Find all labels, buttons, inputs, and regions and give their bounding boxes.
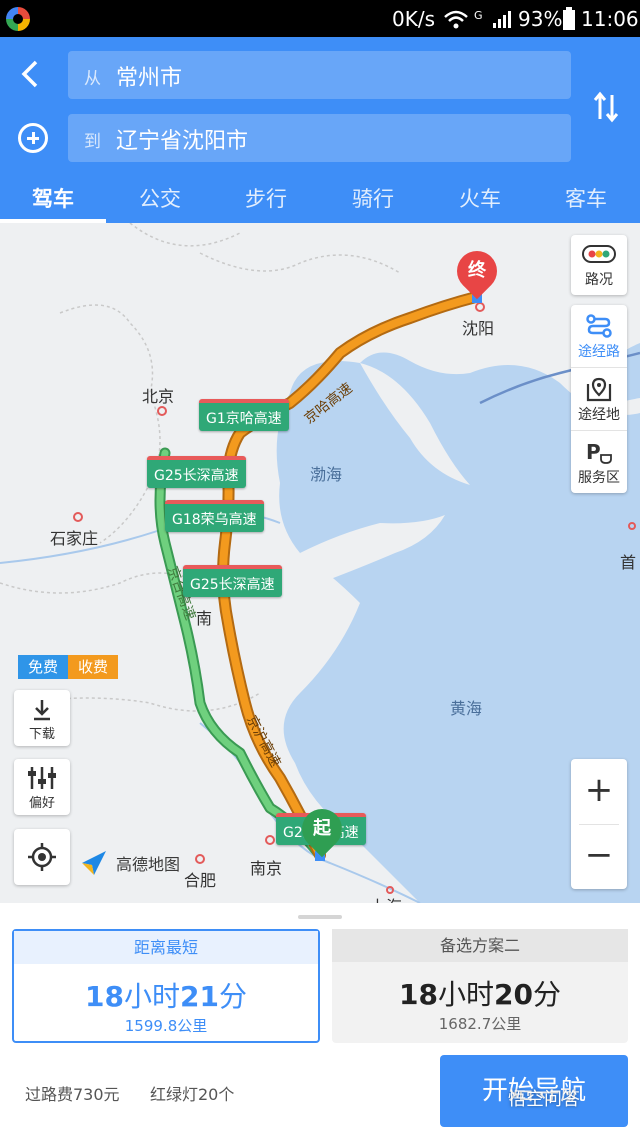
back-arrow-icon[interactable] bbox=[14, 57, 48, 91]
sliders-icon bbox=[28, 767, 56, 789]
map-tools-panel: 途经路 途经地 P 服务区 bbox=[571, 305, 627, 493]
map-base bbox=[0, 223, 640, 903]
via-route-button[interactable]: 途经路 bbox=[571, 305, 627, 367]
destination-value: 辽宁省沈阳市 bbox=[116, 129, 249, 154]
city-hefei: 合肥 bbox=[184, 871, 217, 890]
network-speed: 0K/s bbox=[392, 7, 435, 31]
map-pin-icon bbox=[586, 377, 612, 402]
preference-button[interactable]: 偏好 bbox=[14, 759, 70, 815]
swap-icon[interactable] bbox=[592, 89, 620, 125]
network-type: G bbox=[474, 9, 483, 22]
route-icon bbox=[586, 314, 612, 338]
locate-icon bbox=[28, 843, 56, 871]
route-card-alternative[interactable]: 备选方案二 18小时20分 1682.7公里 bbox=[332, 929, 628, 1043]
toll-legend: 免费 收费 bbox=[18, 655, 119, 679]
city-beijing: 北京 bbox=[142, 387, 175, 406]
route-header: 从 常州市 到 辽宁省沈阳市 驾车 公交 步行 骑行 火车 客车 bbox=[0, 37, 640, 223]
route-card-title: 距离最短 bbox=[14, 931, 318, 964]
service-area-label: 服务区 bbox=[578, 470, 620, 486]
origin-field[interactable]: 从 常州市 bbox=[68, 51, 571, 99]
road-label-g25-mid[interactable]: G25长深高速 bbox=[183, 565, 282, 597]
route-card-time: 18小时21分 bbox=[85, 980, 247, 1013]
origin-value: 常州市 bbox=[116, 66, 183, 91]
zoom-controls: + − bbox=[571, 759, 627, 889]
service-area-button[interactable]: P 服务区 bbox=[571, 431, 627, 493]
route-options-sheet: 距离最短 18小时21分 1599.8公里 备选方案二 18小时20分 1682… bbox=[0, 903, 640, 1137]
locate-button[interactable] bbox=[14, 829, 70, 885]
legend-toll: 收费 bbox=[68, 655, 119, 679]
city-shenyang: 沈阳 bbox=[462, 319, 495, 338]
traffic-light-icon bbox=[582, 245, 616, 263]
svg-text:P: P bbox=[586, 440, 601, 464]
clock: 11:06 bbox=[581, 7, 639, 31]
tab-bus[interactable]: 公交 bbox=[107, 183, 213, 213]
wifi-icon bbox=[444, 10, 468, 29]
road-label-g1[interactable]: G1京哈高速 bbox=[199, 399, 289, 431]
road-label-g18[interactable]: G18荣乌高速 bbox=[165, 500, 264, 532]
end-pin-icon[interactable]: 终 bbox=[448, 242, 506, 300]
app-notification-icon bbox=[6, 7, 30, 31]
traffic-label: 路况 bbox=[585, 272, 613, 288]
toll-fee-text: 过路费730元 bbox=[25, 1085, 120, 1104]
amap-logo-icon bbox=[82, 851, 106, 875]
route-card-shortest[interactable]: 距离最短 18小时21分 1599.8公里 bbox=[12, 929, 320, 1043]
route-card-title: 备选方案二 bbox=[332, 929, 628, 962]
start-pin-icon[interactable]: 起 bbox=[293, 800, 351, 858]
via-place-label: 途经地 bbox=[578, 407, 620, 423]
parking-cup-icon: P bbox=[586, 440, 612, 464]
city-nanjing: 南京 bbox=[250, 859, 283, 878]
via-place-button[interactable]: 途经地 bbox=[571, 368, 627, 430]
transport-tabs: 驾车 公交 步行 骑行 火车 客车 bbox=[0, 177, 640, 223]
legend-free: 免费 bbox=[18, 655, 69, 679]
sheet-grip-handle[interactable] bbox=[298, 915, 342, 919]
sea-huanghai: 黄海 bbox=[450, 699, 483, 718]
sea-bohai: 渤海 bbox=[310, 465, 343, 484]
city-shanghai-partial: 上海 bbox=[370, 893, 402, 903]
via-route-label: 途经路 bbox=[578, 344, 620, 360]
end-pin-label: 终 bbox=[468, 260, 486, 281]
route-card-time: 18小时20分 bbox=[399, 978, 561, 1011]
origin-prefix: 从 bbox=[84, 69, 101, 89]
destination-prefix: 到 bbox=[84, 132, 101, 152]
city-jinan-partial: 南 bbox=[196, 609, 213, 628]
download-button[interactable]: 下载 bbox=[14, 690, 70, 746]
route-card-distance: 1599.8公里 bbox=[124, 1017, 208, 1035]
tab-train[interactable]: 火车 bbox=[427, 183, 533, 213]
start-pin-label: 起 bbox=[313, 818, 331, 839]
battery-percent: 93% bbox=[518, 7, 563, 31]
status-bar: 0K/s G 93% 11:06 bbox=[0, 0, 640, 37]
road-label-g25-top[interactable]: G25长深高速 bbox=[147, 456, 246, 488]
download-icon bbox=[34, 700, 50, 721]
tab-drive[interactable]: 驾车 bbox=[0, 183, 106, 213]
amap-logo-text: 高德地图 bbox=[116, 855, 181, 874]
battery-icon bbox=[563, 7, 575, 30]
city-shijiazhuang: 石家庄 bbox=[50, 529, 99, 548]
destination-field[interactable]: 到 辽宁省沈阳市 bbox=[68, 114, 571, 162]
city-edge-partial: 首 bbox=[620, 553, 637, 572]
download-label: 下载 bbox=[28, 727, 55, 742]
tab-bike[interactable]: 骑行 bbox=[320, 183, 426, 213]
route-map[interactable]: 京哈高速 京沪高速 京台高速 北京 石家庄 沈阳 南京 合肥 南 上海 首 渤海… bbox=[0, 223, 640, 903]
route-card-distance: 1682.7公里 bbox=[438, 1015, 522, 1033]
traffic-lights-text: 红绿灯20个 bbox=[150, 1085, 235, 1104]
wukong-watermark: 悟空问答 bbox=[508, 1089, 580, 1110]
add-waypoint-icon[interactable] bbox=[18, 123, 48, 153]
zoom-in-button[interactable]: + bbox=[571, 759, 627, 824]
signal-icon bbox=[493, 11, 511, 28]
tab-coach[interactable]: 客车 bbox=[533, 183, 639, 213]
traffic-button[interactable]: 路况 bbox=[571, 235, 627, 295]
tab-walk[interactable]: 步行 bbox=[213, 183, 319, 213]
zoom-out-button[interactable]: − bbox=[571, 824, 627, 889]
preference-label: 偏好 bbox=[28, 796, 55, 811]
